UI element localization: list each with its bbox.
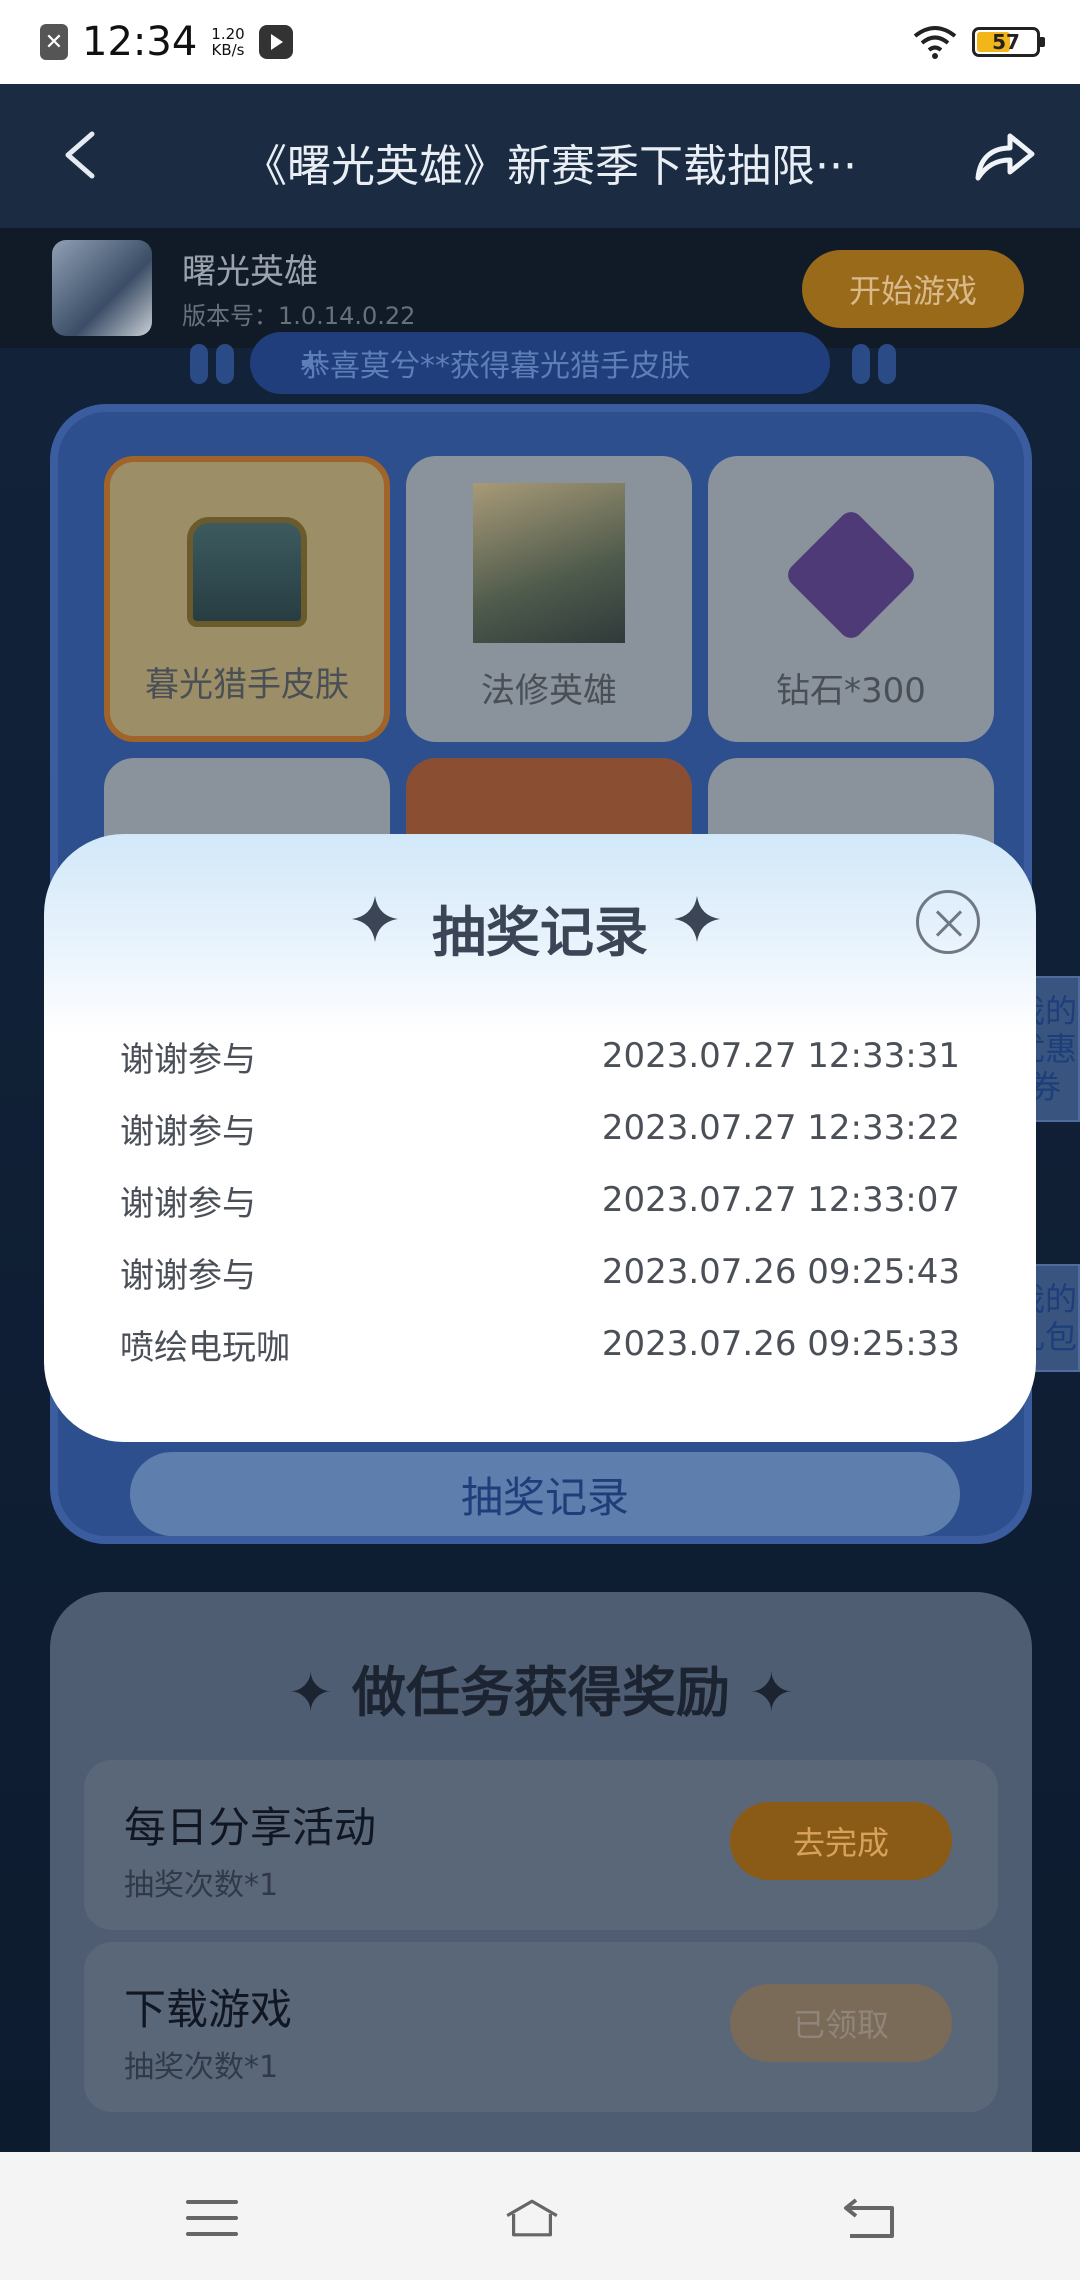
notification-x-icon: ✕: [40, 24, 68, 60]
task-panel-title-text: 做任务获得奖励: [352, 1661, 730, 1724]
system-nav-bar: [0, 2152, 1080, 2280]
task-panel: ✦ 做任务获得奖励 ✦ 每日分享活动 抽奖次数*1 去完成 下载游戏 抽奖次数*…: [50, 1592, 1032, 2152]
record-prize: 谢谢参与: [120, 1111, 256, 1152]
page-title: 《曙光英雄》新赛季下载抽限···: [243, 141, 857, 192]
task-name: 下载游戏: [124, 1985, 293, 2034]
speaker-icon: [302, 355, 319, 371]
modal-title: 抽奖记录: [432, 901, 648, 964]
network-speed-unit: KB/s: [211, 41, 245, 59]
home-icon[interactable]: [504, 2196, 560, 2240]
record-row: 喷绘电玩咖 2023.07.26 09:25:33: [120, 1314, 960, 1374]
lottery-record-modal: 抽奖记录 谢谢参与 2023.07.27 12:33:31 谢谢参与 2023.…: [44, 834, 1036, 1442]
record-time: 2023.07.27 12:33:07: [601, 1180, 960, 1220]
prize-cell: 暮光猎手皮肤: [104, 456, 390, 742]
diamond-icon: [783, 507, 919, 643]
game-icon: [52, 240, 152, 336]
prize-label: 钻石*300: [776, 671, 926, 711]
lottery-record-button[interactable]: 抽奖记录: [130, 1452, 960, 1536]
decoration: [216, 344, 234, 384]
status-time: 12:34: [82, 19, 198, 65]
task-item: 下载游戏 抽奖次数*1 已领取: [84, 1942, 998, 2112]
start-game-button[interactable]: 开始游戏: [802, 250, 1024, 328]
decoration: [878, 344, 896, 384]
record-time: 2023.07.27 12:33:22: [601, 1108, 960, 1148]
record-row: 谢谢参与 2023.07.27 12:33:22: [120, 1098, 960, 1158]
sparkle-icon: [674, 896, 720, 942]
prize-label: 暮光猎手皮肤: [145, 665, 349, 705]
record-prize: 谢谢参与: [120, 1039, 256, 1080]
screen-record-icon: [258, 25, 293, 59]
task-panel-title: ✦ 做任务获得奖励 ✦: [50, 1648, 1032, 1727]
app-header: 《曙光英雄》新赛季下载抽限···: [0, 84, 1080, 228]
winner-notice-text: 恭喜莫兮**获得暮光猎手皮肤: [300, 349, 690, 384]
close-icon[interactable]: [916, 890, 980, 954]
task-reward: 抽奖次数*1: [124, 2050, 279, 2085]
winner-notice: 恭喜莫兮**获得暮光猎手皮肤: [250, 332, 830, 394]
prize-cell: 法修英雄: [406, 456, 692, 742]
record-row: 谢谢参与 2023.07.27 12:33:31: [120, 1026, 960, 1086]
record-prize: 谢谢参与: [120, 1255, 256, 1296]
record-prize: 谢谢参与: [120, 1183, 256, 1224]
network-speed-value: 1.20: [211, 25, 245, 43]
decoration: [852, 344, 870, 384]
prize-label: 法修英雄: [481, 671, 617, 711]
network-speed: 1.20 KB/s: [211, 26, 244, 58]
wifi-icon: [913, 26, 957, 59]
sparkle-icon: ✦: [287, 1661, 352, 1724]
prize-cell: 钻石*300: [708, 456, 994, 742]
menu-icon[interactable]: [184, 2196, 240, 2240]
task-name: 每日分享活动: [124, 1803, 377, 1852]
chevron-left-icon[interactable]: [56, 130, 106, 180]
share-icon[interactable]: [972, 124, 1036, 184]
record-time: 2023.07.26 09:25:43: [601, 1252, 960, 1292]
decoration: [190, 344, 208, 384]
hero-portrait-image: [473, 483, 625, 643]
status-bar: ✕ 12:34 1.20 KB/s 57: [0, 0, 1080, 84]
record-prize: 喷绘电玩咖: [120, 1327, 290, 1368]
battery-percent: 57: [992, 30, 1020, 54]
skin-chest-image: [187, 517, 307, 627]
sparkle-icon: ✦: [730, 1661, 795, 1724]
record-time: 2023.07.26 09:25:33: [601, 1324, 960, 1364]
task-go-button[interactable]: 去完成: [730, 1802, 952, 1880]
game-version: 版本号：1.0.14.0.22: [182, 302, 416, 330]
record-time: 2023.07.27 12:33:31: [601, 1036, 960, 1076]
task-item: 每日分享活动 抽奖次数*1 去完成: [84, 1760, 998, 1930]
game-bar: 曙光英雄 版本号：1.0.14.0.22 开始游戏: [0, 228, 1080, 348]
record-row: 谢谢参与 2023.07.27 12:33:07: [120, 1170, 960, 1230]
game-name: 曙光英雄: [182, 252, 318, 292]
task-claimed-button: 已领取: [730, 1984, 952, 2062]
task-reward: 抽奖次数*1: [124, 1868, 279, 1903]
return-icon[interactable]: [842, 2196, 898, 2240]
battery-icon: 57: [972, 27, 1045, 57]
record-row: 谢谢参与 2023.07.26 09:25:43: [120, 1242, 960, 1302]
